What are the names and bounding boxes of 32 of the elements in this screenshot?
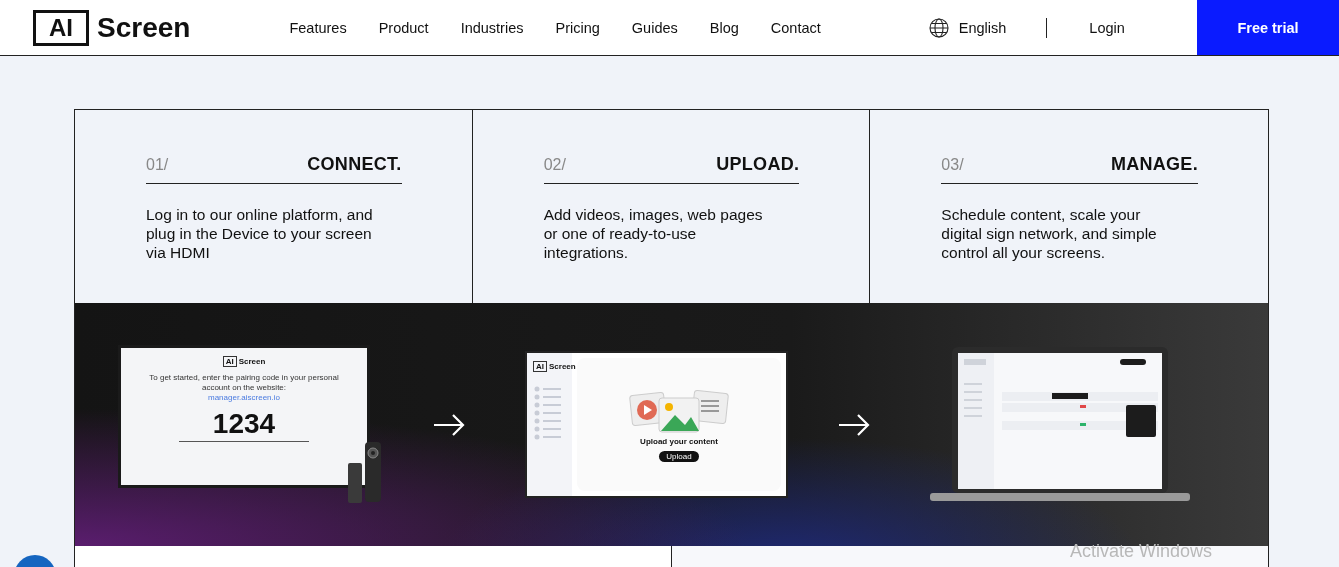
step-description: Add videos, images, web pages or one of ready-to-use integrations. [543,205,764,262]
activation-watermark: Activate Windows [1070,541,1213,562]
step-number: 03/ [941,156,964,174]
step-number: 02/ [543,156,566,174]
upload-heading: Upload your content [640,437,718,446]
logo-mark: AI [533,361,547,372]
login-link[interactable]: Login [1089,19,1125,36]
step-title: MANAGE. [1110,154,1198,175]
nav-link[interactable]: Features [289,19,347,36]
nav-link[interactable]: Pricing [555,19,600,36]
step-title: CONNECT. [307,154,402,175]
nav-link[interactable]: Contact [770,19,821,36]
arrow-icon [838,413,870,436]
free-trial-button[interactable]: Free trial [1197,0,1339,55]
nav-link[interactable]: Blog [709,19,739,36]
logo-mark[interactable]: AI [33,9,89,46]
nav-link[interactable]: Guides [631,19,678,36]
logo-text[interactable]: Screen [97,11,191,44]
globe-icon[interactable] [928,17,949,38]
pairing-instruction: To get started, enter the pairing code in your personal account on the website: [148,372,340,393]
nav-link[interactable]: Industries [460,19,524,36]
arrow-icon [433,413,465,436]
logo-text: Screen [549,362,576,371]
step-description: Schedule content, scale your digital sign network, and simple control all your screens. [941,205,1158,262]
logo-mark: AI [222,355,237,367]
language-selector[interactable]: English [958,19,1007,36]
logo-text: Screen [238,356,266,366]
pairing-code: 1234 [178,407,310,442]
step-description: Log in to our online platform, and plug in the Device to your screen via HDMI [146,205,374,262]
step-title: UPLOAD. [716,154,800,175]
step-number: 01/ [146,156,169,174]
nav-link[interactable]: Product [378,19,429,36]
